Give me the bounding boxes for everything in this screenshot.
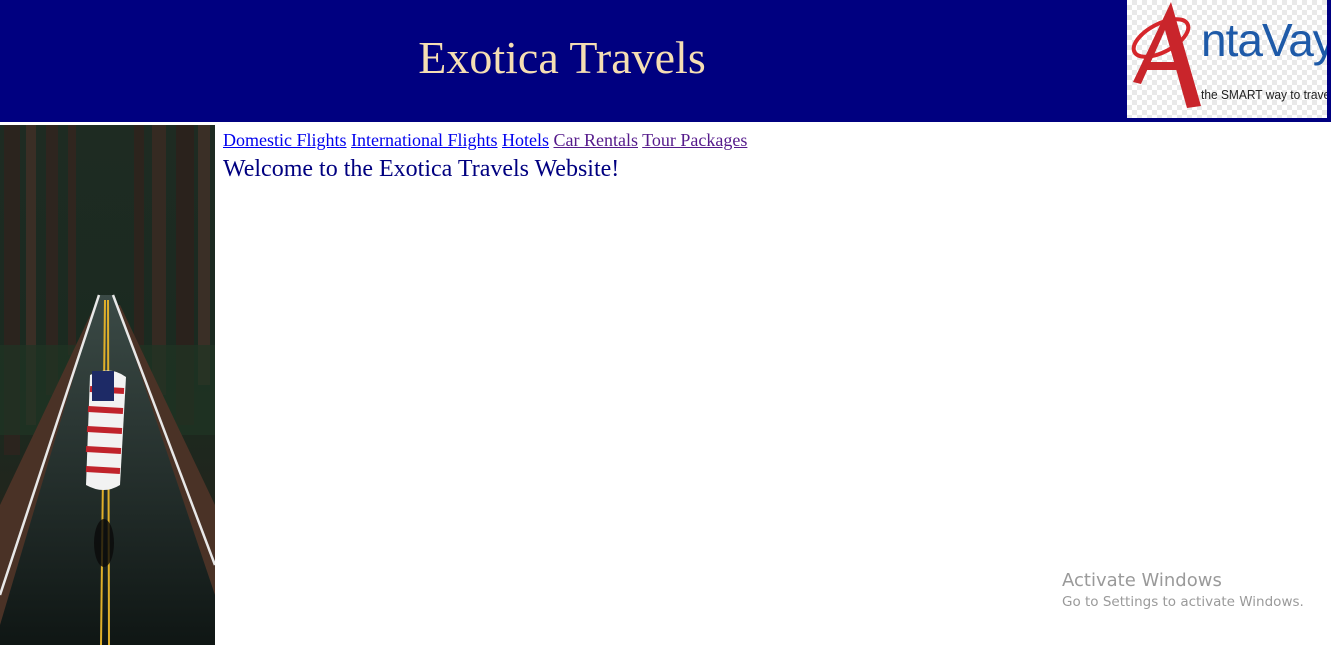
nav-link-international-flights[interactable]: International Flights bbox=[351, 130, 497, 150]
logo[interactable]: ntaVaya the SMART way to travel bbox=[1127, 0, 1329, 120]
nav-link-hotels[interactable]: Hotels bbox=[502, 130, 549, 150]
nav-link-car-rentals[interactable]: Car Rentals bbox=[554, 130, 638, 150]
site-header: Exotica Travels ntaVaya the SMART way to… bbox=[0, 0, 1331, 122]
site-title: Exotica Travels bbox=[418, 32, 706, 83]
watermark-title: Activate Windows bbox=[1062, 570, 1222, 591]
nav-link-domestic-flights[interactable]: Domestic Flights bbox=[223, 130, 347, 150]
side-photo bbox=[0, 125, 215, 645]
watermark-subtitle: Go to Settings to activate Windows. bbox=[1062, 594, 1304, 610]
forest-road-flag-photo-icon bbox=[0, 125, 215, 645]
nav-link-tour-packages[interactable]: Tour Packages bbox=[642, 130, 747, 150]
welcome-heading: Welcome to the Exotica Travels Website! bbox=[223, 156, 620, 182]
logo-brand-text: ntaVaya bbox=[1201, 14, 1327, 66]
logo-tagline: the SMART way to travel bbox=[1201, 87, 1329, 102]
activation-watermark: Activate Windows Go to Settings to activ… bbox=[1062, 570, 1304, 611]
main-nav: Domestic Flights International Flights H… bbox=[223, 129, 747, 151]
